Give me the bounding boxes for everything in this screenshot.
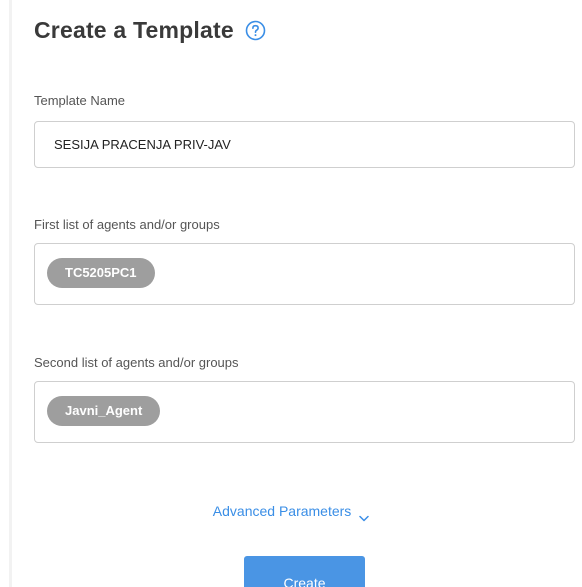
page-title: Create a Template	[34, 16, 234, 43]
left-divider	[9, 0, 12, 587]
advanced-parameters-toggle[interactable]: Advanced Parameters	[0, 503, 582, 522]
question-circle-icon[interactable]	[245, 20, 266, 41]
agent-chip[interactable]: TC5205PC1	[47, 258, 155, 288]
create-button[interactable]: Create	[244, 556, 365, 587]
chevron-down-icon	[359, 509, 369, 522]
template-name-input[interactable]	[34, 121, 575, 168]
agent-chip[interactable]: Javni_Agent	[47, 396, 161, 426]
first-list-label: First list of agents and/or groups	[34, 217, 220, 232]
template-name-label: Template Name	[34, 93, 126, 108]
second-list-input[interactable]: Javni_Agent	[34, 381, 575, 443]
advanced-parameters-label: Advanced Parameters	[212, 503, 352, 519]
title-row: Create a Template	[34, 14, 266, 46]
first-list-input[interactable]: TC5205PC1	[34, 243, 575, 305]
create-template-page: Create a Template Template Name First li…	[0, 0, 582, 587]
second-list-label: Second list of agents and/or groups	[34, 355, 239, 370]
